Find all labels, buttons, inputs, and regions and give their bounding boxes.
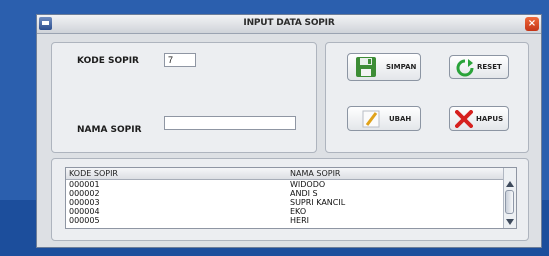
window-title: INPUT DATA SOPIR (243, 18, 335, 28)
cell-nama: ANDI S (290, 189, 318, 198)
cell-nama: WIDODO (290, 180, 326, 189)
pencil-icon (362, 110, 380, 128)
input-data-sopir-window: INPUT DATA SOPIR × KODE SOPIR NAMA SOPIR… (36, 14, 542, 248)
scroll-up-icon[interactable] (505, 180, 515, 188)
sopir-table[interactable]: KODE SOPIR NAMA SOPIR 000001 WIDODO 0000… (65, 167, 517, 229)
kode-sopir-label: KODE SOPIR (77, 56, 139, 66)
table-row[interactable]: 000005 HERI (66, 216, 504, 225)
cell-kode: 000002 (69, 189, 100, 198)
cell-kode: 000004 (69, 207, 100, 216)
simpan-button[interactable]: SIMPAN (347, 53, 421, 81)
reset-button[interactable]: RESET (449, 55, 509, 79)
table-header: KODE SOPIR NAMA SOPIR (66, 168, 504, 180)
cell-nama: EKO (290, 207, 307, 216)
floppy-disk-icon (356, 57, 376, 77)
table-row[interactable]: 000004 EKO (66, 207, 504, 216)
cell-kode: 000003 (69, 198, 100, 207)
cell-nama: SUPRI KANCIL (290, 198, 346, 207)
ubah-button[interactable]: UBAH (347, 106, 421, 131)
table-row[interactable]: 000002 ANDI S (66, 189, 504, 198)
reset-label: RESET (477, 63, 502, 71)
nama-sopir-input[interactable] (164, 116, 296, 130)
buttons-panel: SIMPAN RESET UBAH HAPUS (325, 42, 529, 153)
simpan-label: SIMPAN (386, 63, 417, 71)
form-panel: KODE SOPIR NAMA SOPIR (51, 42, 317, 153)
nama-sopir-label: NAMA SOPIR (77, 125, 142, 135)
vertical-scrollbar[interactable] (503, 168, 516, 228)
kode-sopir-input[interactable] (164, 53, 196, 67)
table-row[interactable]: 000001 WIDODO (66, 180, 504, 189)
scroll-down-icon[interactable] (505, 218, 515, 226)
cell-kode: 000005 (69, 216, 100, 225)
hapus-label: HAPUS (476, 115, 504, 123)
column-header-kode[interactable]: KODE SOPIR (69, 169, 118, 178)
column-header-nama[interactable]: NAMA SOPIR (290, 169, 341, 178)
refresh-icon (456, 59, 474, 77)
close-button[interactable]: × (525, 17, 539, 31)
delete-x-icon (455, 110, 473, 128)
cell-kode: 000001 (69, 180, 100, 189)
hapus-button[interactable]: HAPUS (449, 106, 509, 131)
cell-nama: HERI (290, 216, 309, 225)
title-bar[interactable]: INPUT DATA SOPIR × (37, 15, 541, 34)
scrollbar-thumb[interactable] (505, 190, 514, 214)
table-row[interactable]: 000003 SUPRI KANCIL (66, 198, 504, 207)
ubah-label: UBAH (389, 115, 412, 123)
